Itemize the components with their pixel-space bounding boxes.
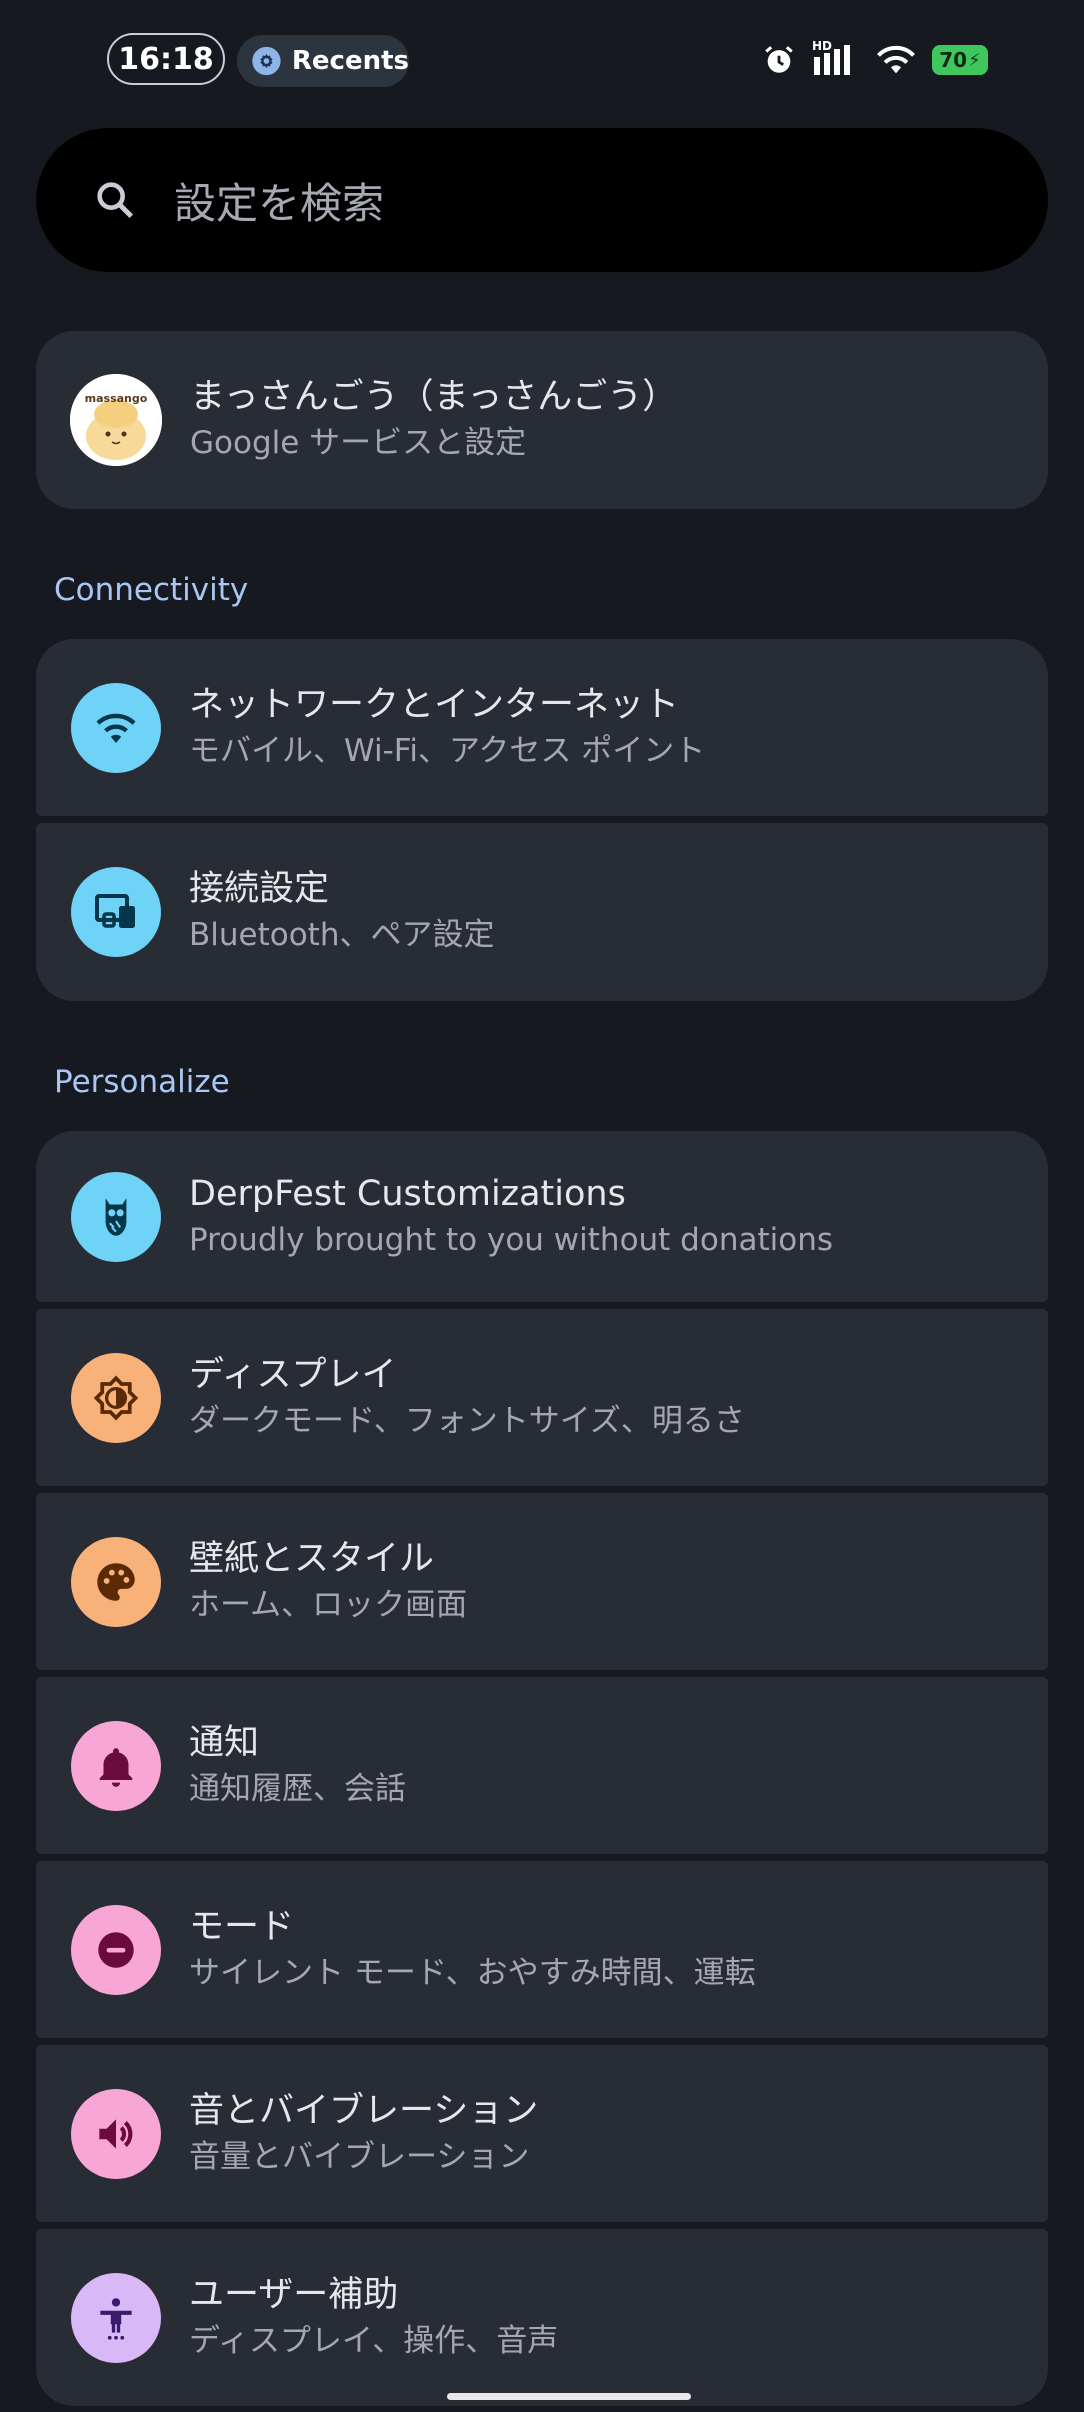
- item-subtitle: Bluetooth、ペア設定: [189, 917, 495, 953]
- search-bar[interactable]: 設定を検索: [36, 128, 1048, 272]
- item-subtitle: サイレント モード、おやすみ時間、運転: [189, 1954, 756, 1991]
- item-subtitle: 通知履歴、会話: [189, 1770, 406, 1807]
- settings-item-accessibility[interactable]: ユーザー補助 ディスプレイ、操作、音声: [36, 2229, 1048, 2406]
- item-title: 接続設定: [189, 869, 330, 909]
- palette-icon: [71, 1536, 161, 1627]
- section-header-personalize: Personalize: [54, 1064, 230, 1100]
- bell-icon: [71, 1720, 161, 1811]
- account-name: まっさんごう（まっさんごう）: [190, 377, 678, 417]
- recents-chip[interactable]: Recents: [237, 35, 409, 87]
- devices-icon: [71, 867, 161, 957]
- settings-item-wallpaper[interactable]: 壁紙とスタイル ホーム、ロック画面: [36, 1493, 1048, 1670]
- settings-item-derpfest[interactable]: DerpFest Customizations Proudly brought …: [36, 1131, 1048, 1302]
- settings-item-sound[interactable]: 音とバイブレーション 音量とバイブレーション: [36, 2045, 1048, 2222]
- item-subtitle: ホーム、ロック画面: [189, 1586, 468, 1623]
- item-subtitle: 音量とバイブレーション: [189, 2138, 530, 2175]
- settings-item-connected-devices[interactable]: 接続設定 Bluetooth、ペア設定: [36, 823, 1048, 1001]
- home-indicator[interactable]: [447, 2393, 691, 2400]
- alarm-icon: [765, 46, 793, 73]
- cell-signal-icon: HD: [812, 39, 860, 77]
- avatar: massango: [70, 374, 162, 466]
- search-placeholder: 設定を検索: [174, 178, 385, 228]
- item-subtitle: モバイル、Wi-Fi、アクセス ポイント: [189, 732, 706, 769]
- settings-item-display[interactable]: ディスプレイ ダークモード、フォントサイズ、明るさ: [36, 1309, 1048, 1486]
- status-icons: HD 70 ⚡: [762, 38, 988, 82]
- item-subtitle: ディスプレイ、操作、音声: [189, 2322, 559, 2359]
- do-not-disturb-icon: [71, 1904, 161, 1995]
- settings-item-network[interactable]: ネットワークとインターネット モバイル、Wi-Fi、アクセス ポイント: [36, 639, 1048, 816]
- item-title: DerpFest Customizations: [189, 1173, 626, 1214]
- status-bar: 16:18 Recents HD 70 ⚡: [0, 0, 1084, 120]
- search-icon: [97, 182, 134, 219]
- item-title: 壁紙とスタイル: [189, 1538, 435, 1579]
- item-title: 音とバイブレーション: [189, 2090, 539, 2131]
- gear-icon: [252, 46, 281, 76]
- item-subtitle: ダークモード、フォントサイズ、明るさ: [189, 1402, 745, 1439]
- volume-icon: [71, 2088, 161, 2179]
- settings-item-modes[interactable]: モード サイレント モード、おやすみ時間、運転: [36, 1861, 1048, 2038]
- owl-icon: [71, 1171, 161, 1262]
- item-title: モード: [189, 1906, 295, 1947]
- account-card[interactable]: massango まっさんごう（まっさんごう） Google サービスと設定: [36, 331, 1048, 509]
- battery-icon: 70 ⚡: [932, 45, 988, 75]
- account-subtitle: Google サービスと設定: [190, 425, 527, 461]
- settings-item-notifications[interactable]: 通知 通知履歴、会話: [36, 1677, 1048, 1854]
- section-header-connectivity: Connectivity: [54, 572, 249, 608]
- wifi-icon: [71, 682, 161, 773]
- brightness-icon: [71, 1352, 161, 1443]
- clock: 16:18: [107, 33, 225, 85]
- item-subtitle: Proudly brought to you without donations: [189, 1221, 834, 1258]
- wifi-status-icon: [877, 45, 915, 74]
- item-title: ディスプレイ: [189, 1354, 397, 1395]
- accessibility-icon: [71, 2272, 161, 2363]
- item-title: 通知: [189, 1722, 260, 1763]
- item-title: ネットワークとインターネット: [189, 684, 680, 725]
- recents-label: Recents: [291, 46, 409, 76]
- avatar-text: massango: [84, 392, 148, 405]
- item-title: ユーザー補助: [189, 2274, 399, 2315]
- battery-level: 70: [939, 48, 968, 72]
